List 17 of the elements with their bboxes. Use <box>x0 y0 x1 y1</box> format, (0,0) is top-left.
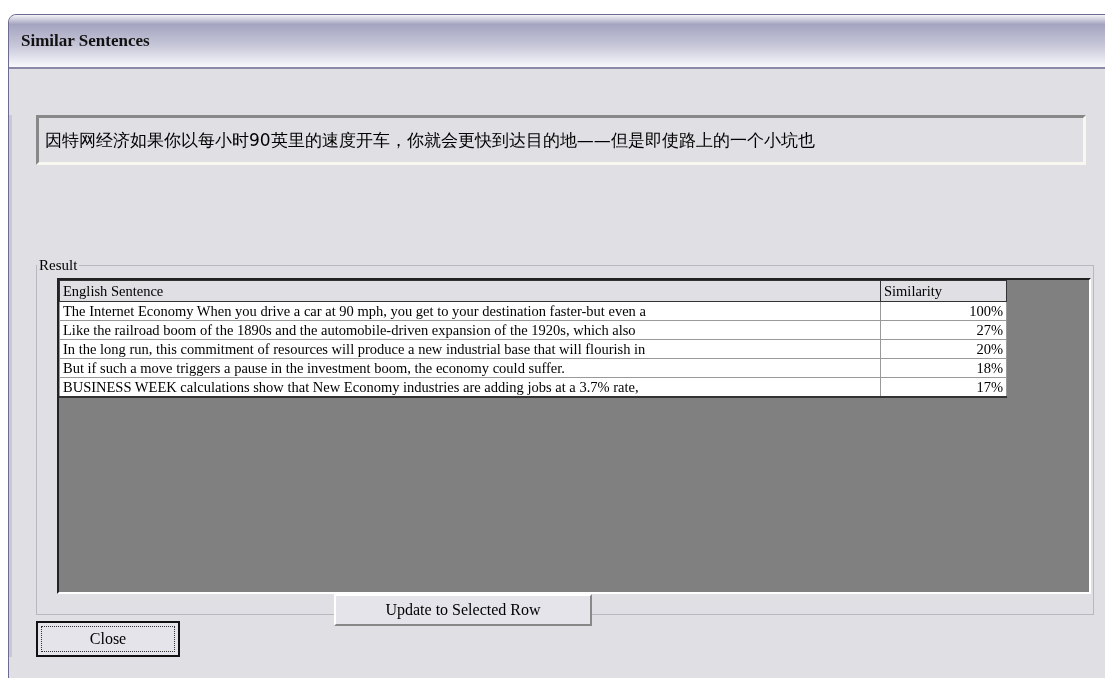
table-cell: But if such a move triggers a pause in the investment boom, the economy could suffer. <box>59 358 881 378</box>
table-cell: 100% <box>880 301 1007 321</box>
table-cell: BUSINESS WEEK calculations show that New Economy industries are adding jobs at a 3.7% rate, <box>59 377 881 397</box>
table-cell: 18% <box>880 358 1007 378</box>
table-cell: The Internet Economy When you drive a car at 90 mph, you get to your destination faster-but even a <box>59 301 881 321</box>
update-button[interactable]: Update to Selected Row <box>334 594 592 626</box>
close-button[interactable]: Close <box>36 621 180 657</box>
table-cell: In the long run, this commitment of resources will produce a new industrial base that will flourish in <box>59 339 881 359</box>
group-label: Result <box>38 257 79 274</box>
table-cell: 17% <box>880 377 1007 397</box>
window-title: Similar Sentences <box>21 31 150 51</box>
column-header[interactable]: Similarity <box>880 280 1007 302</box>
table-cell: Like the railroad boom of the 1890s and the automobile-driven expansion of the 1920s, which also <box>59 320 881 340</box>
column-header[interactable]: English Sentence <box>59 280 881 302</box>
table-cell: 27% <box>880 320 1007 340</box>
table-cell: 20% <box>880 339 1007 359</box>
sentence-field[interactable]: 因特网经济如果你以每小时90英里的速度开车，你就会更快到达目的地——但是即使路上的一个小坑也 <box>36 115 1086 165</box>
